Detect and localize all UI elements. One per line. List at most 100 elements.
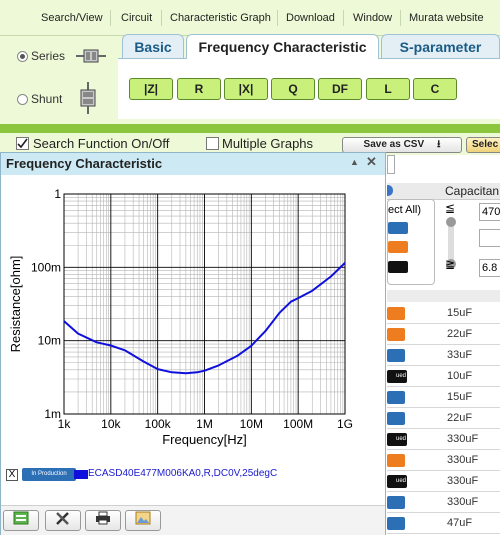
param-q-button[interactable]: Q [271,78,315,100]
param-z-button[interactable]: |Z| [129,78,173,100]
multiple-graphs-label: Multiple Graphs [222,136,314,151]
status-filter-box: ect All) [387,199,435,285]
param-r-button[interactable]: R [177,78,221,100]
table-row[interactable]: 330uF [387,492,500,513]
y-tick-label: 1m [44,407,61,421]
cap-max-input[interactable]: 470 [479,203,500,221]
table-row[interactable]: 22uF [387,408,500,429]
capacitance-value: 33uF [447,349,473,361]
download-icon: ⭳ [436,139,441,150]
capacitance-value: 22uF [447,328,473,340]
status-badge [387,412,405,425]
tab-frequency-characteristic[interactable]: Frequency Characteristic [186,34,379,59]
print-button[interactable] [85,510,121,531]
menu-window[interactable]: Window [353,12,392,24]
in-production-filter[interactable] [388,222,408,234]
gte-symbol: ≦ [445,201,456,215]
table-row[interactable]: ued 330uF [387,471,500,492]
status-badge [387,349,405,362]
checkmark-icon [17,138,28,149]
table-row[interactable]: 330uF [387,450,500,471]
cap-mid-input[interactable] [479,229,500,247]
cap-min-input[interactable]: 6.8 [479,259,500,277]
window-title-bar[interactable]: Frequency Characteristic ▲ ✕ [1,153,385,175]
menu-divider [343,10,344,26]
capacitance-value: 330uF [447,454,479,466]
remove-series-icon[interactable]: X [6,469,18,481]
settings-button[interactable] [45,510,81,531]
status-badge [387,517,405,530]
capacitance-header[interactable]: Capacitan [445,184,499,198]
x-tick-label: 10M [240,417,263,431]
series-radio[interactable] [17,51,28,62]
window-toolbar [1,505,385,535]
table-row[interactable]: 15uF [387,387,500,408]
status-badge [387,454,405,467]
image-icon [135,511,151,525]
y-tick-label: 1 [54,187,61,201]
status-badge [387,391,405,404]
nrnd-filter[interactable] [388,241,408,253]
y-tick-label: 100m [31,260,61,274]
in-production-badge: In Production [22,468,76,481]
tab-s-parameter[interactable]: S-parameter [381,34,500,58]
capacitance-value: 330uF [447,475,479,487]
menu-murata-website[interactable]: Murata website [409,12,484,24]
status-badge [387,307,405,320]
table-row[interactable]: ued 10uF [387,366,500,387]
y-tick-label: 10m [38,334,61,348]
status-badge: ued [387,370,407,383]
capacitance-value: 15uF [447,307,473,319]
menu-download[interactable]: Download [286,12,335,24]
csv-export-button[interactable] [3,510,39,531]
resistance-chart: 1k 10k 100k 1M 10M 100M 1G1100m10m1mFrequency[… [8,187,353,447]
x-axis-label: Frequency[Hz] [162,432,247,447]
print-icon [96,511,110,525]
save-as-csv-label: Save as CSV [363,139,425,150]
select-button[interactable]: Selec [466,137,500,153]
tools-icon [56,512,69,525]
menu-divider [110,10,111,26]
capacitance-value: 15uF [447,391,473,403]
tab-basic[interactable]: Basic [122,34,184,58]
menu-characteristic-graph[interactable]: Characteristic Graph [170,12,271,24]
param-l-button[interactable]: L [366,78,410,100]
table-row[interactable]: 22uF [387,324,500,345]
mode-selector: Series Shunt [0,36,119,124]
shunt-capacitor-icon [80,82,96,114]
discontinued-filter[interactable] [388,261,408,273]
menu-divider [277,10,278,26]
menu-divider [400,10,401,26]
capacitance-value: 330uF [447,433,479,445]
close-icon[interactable]: ✕ [366,154,377,170]
filter-input-stub[interactable] [387,155,395,174]
series-capacitor-icon [76,49,106,63]
shunt-radio[interactable] [17,94,28,105]
lte-symbol: ≧ [445,257,456,271]
search-function-label: Search Function On/Off [33,136,170,151]
save-as-csv-button[interactable]: Save as CSV ⭳ [342,137,462,153]
param-df-button[interactable]: DF [318,78,362,100]
results-header: Capacitan [387,183,500,200]
x-tick-label: 1G [337,417,353,431]
multiple-graphs-checkbox[interactable] [206,137,219,150]
select-all-label[interactable]: ect All) [388,204,421,216]
table-row[interactable]: 15uF [387,303,500,324]
menu-circuit[interactable]: Circuit [121,12,152,24]
table-row[interactable]: 47uF [387,513,500,534]
status-badge: ued [387,433,407,446]
window-title: Frequency Characteristic [6,156,163,171]
search-function-checkbox[interactable] [16,137,29,150]
x-tick-label: 10k [101,417,121,431]
capacitance-value: 330uF [447,496,479,508]
table-row[interactable]: 33uF [387,345,500,366]
collapse-icon[interactable]: ▲ [350,157,359,167]
save-image-button[interactable] [125,510,161,531]
table-row[interactable]: ued 330uF [387,429,500,450]
param-x-button[interactable]: |X| [224,78,268,100]
status-badge: ued [387,475,407,488]
range-slider-handle[interactable] [446,217,456,227]
divider-strip [0,124,500,133]
menu-search-view[interactable]: Search/View [41,12,103,24]
param-c-button[interactable]: C [413,78,457,100]
